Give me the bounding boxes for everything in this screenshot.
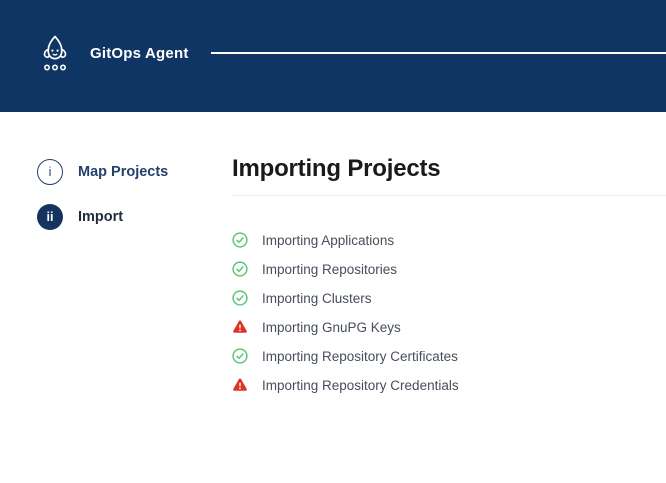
step-map-projects[interactable]: i Map Projects xyxy=(37,159,232,185)
top-navigation-bar: GitOps Agent xyxy=(0,0,666,112)
import-panel: Importing Projects Importing Application… xyxy=(232,112,666,393)
status-item: Importing GnuPG Keys xyxy=(232,319,666,335)
check-circle-icon xyxy=(232,348,248,364)
step-one-label: Map Projects xyxy=(78,164,168,180)
check-circle-icon xyxy=(232,290,248,306)
step-two-badge-icon: ii xyxy=(37,204,63,230)
warning-triangle-icon xyxy=(232,377,248,393)
check-circle-icon xyxy=(232,261,248,277)
check-circle-icon xyxy=(232,232,248,248)
import-status-list: Importing Applications Importing Reposit… xyxy=(232,232,666,393)
warning-triangle-icon xyxy=(232,319,248,335)
step-one-badge-icon: i xyxy=(37,159,63,185)
app-title: GitOps Agent xyxy=(90,45,189,62)
step-import[interactable]: ii Import xyxy=(37,204,232,230)
status-item: Importing Repository Certificates xyxy=(232,348,666,364)
octopus-logo-icon xyxy=(38,34,72,72)
step-two-label: Import xyxy=(78,209,123,225)
status-item: Importing Repository Credentials xyxy=(232,377,666,393)
gitops-agent-window: GitOps Agent i Map Projects ii Import Im… xyxy=(0,0,666,483)
status-item: Importing Applications xyxy=(232,232,666,248)
status-item: Importing Repositories xyxy=(232,261,666,277)
wizard-steps-sidebar: i Map Projects ii Import xyxy=(0,112,232,249)
title-divider xyxy=(232,195,666,196)
status-item: Importing Clusters xyxy=(232,290,666,306)
header-divider-line xyxy=(211,52,666,54)
content-area: i Map Projects ii Import Importing Proje… xyxy=(0,112,666,393)
page-title: Importing Projects xyxy=(232,155,666,183)
